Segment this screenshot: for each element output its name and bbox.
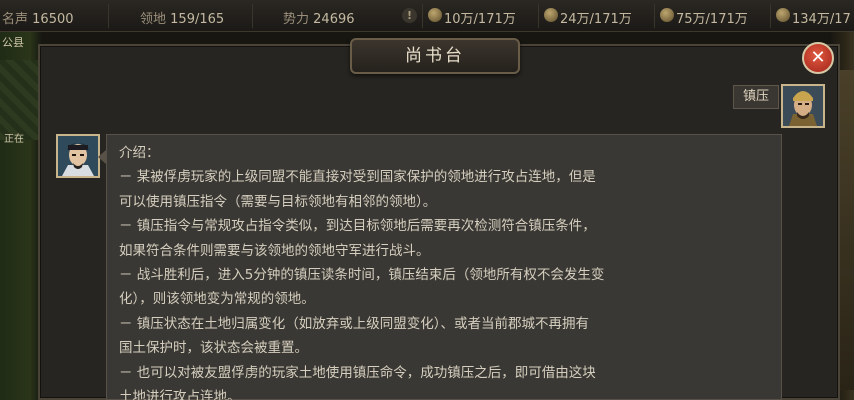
territory-value: 159/165 — [170, 12, 225, 27]
divider — [422, 4, 423, 28]
stone-icon — [660, 8, 674, 22]
intro-line: 可以使用镇压指令（需要与目标领地有相邻的领地）。 — [119, 193, 437, 210]
wood-icon — [428, 8, 442, 22]
intro-line: 如果符合条件则需要与该领地的领地守军进行战斗。 — [119, 242, 430, 259]
territory-label: 领地 — [140, 12, 167, 27]
divider — [108, 4, 109, 28]
iron-amount: 24万/171万 — [560, 12, 632, 27]
intro-heading: 介绍： — [119, 145, 160, 161]
intro-line: 国土保护时，该状态会被重置。 — [119, 340, 308, 357]
power-stat: 势力 24696 — [283, 8, 355, 27]
map-status-label: 正在 — [4, 134, 24, 145]
intro-line: － 镇压状态在土地归属变化（如放弃或上级同盟变化）、或者当前郡城不再拥有 — [119, 315, 590, 332]
wood-amount: 10万/171万 — [444, 12, 516, 27]
power-value: 24696 — [313, 12, 355, 27]
close-button[interactable]: ✕ — [802, 42, 834, 74]
dialog-title: 尚书台 — [405, 46, 465, 66]
stone-amount: 75万/171万 — [676, 12, 748, 27]
general-portrait-icon — [783, 86, 823, 126]
map-city-label: 公县 — [2, 36, 24, 49]
intro-line: 土地进行攻占连地。 — [119, 389, 241, 400]
advisor-avatar — [56, 134, 100, 178]
divider — [538, 4, 539, 28]
intro-line: 化），则该领地变为常规的领地。 — [119, 291, 315, 308]
close-icon: ✕ — [810, 47, 826, 68]
fame-label: 名声 — [2, 12, 29, 27]
intro-line: － 镇压指令与常规攻占指令类似，到达目标领地后需要再次检测符合镇压条件， — [119, 218, 596, 235]
divider — [252, 4, 253, 28]
dialog-title-tab: 尚书台 — [350, 38, 520, 74]
fame-stat: 名声 16500 — [2, 8, 74, 27]
iron-icon — [544, 8, 558, 22]
intro-line: － 也可以对被友盟俘虏的玩家土地使用镇压命令，成功镇压之后，即可借由这块 — [119, 364, 596, 381]
map-terrain — [0, 60, 40, 140]
advisor-portrait-icon — [58, 136, 98, 176]
fame-value: 16500 — [32, 12, 74, 27]
intro-line: － 某被俘虏玩家的上级同盟不能直接对受到国家保护的领地进行攻占连地，但是 — [119, 169, 596, 186]
intro-message-box: 介绍： － 某被俘虏玩家的上级同盟不能直接对受到国家保护的领地进行攻占连地，但是… — [106, 134, 782, 400]
intro-line: － 战斗胜利后，进入5分钟的镇压读条时间，镇压结束后（领地所有权不会发生变 — [119, 267, 605, 284]
map-terrain-right — [838, 70, 854, 390]
territory-stat: 领地 159/165 — [140, 8, 224, 27]
speech-tail — [98, 150, 106, 164]
divider — [770, 4, 771, 28]
resource-bar: 名声 16500 领地 159/165 势力 24696 ! 10万/171万 … — [0, 0, 854, 32]
suppress-tag: 镇压 — [733, 85, 779, 109]
player-avatar[interactable] — [781, 84, 825, 128]
alert-icon[interactable]: ! — [402, 8, 417, 23]
divider — [654, 4, 655, 28]
grain-amount: 134万/17 — [792, 12, 851, 27]
power-label: 势力 — [283, 12, 310, 27]
intro-text: 介绍： － 某被俘虏玩家的上级同盟不能直接对受到国家保护的领地进行攻占连地，但是… — [119, 141, 777, 400]
grain-icon — [776, 8, 790, 22]
